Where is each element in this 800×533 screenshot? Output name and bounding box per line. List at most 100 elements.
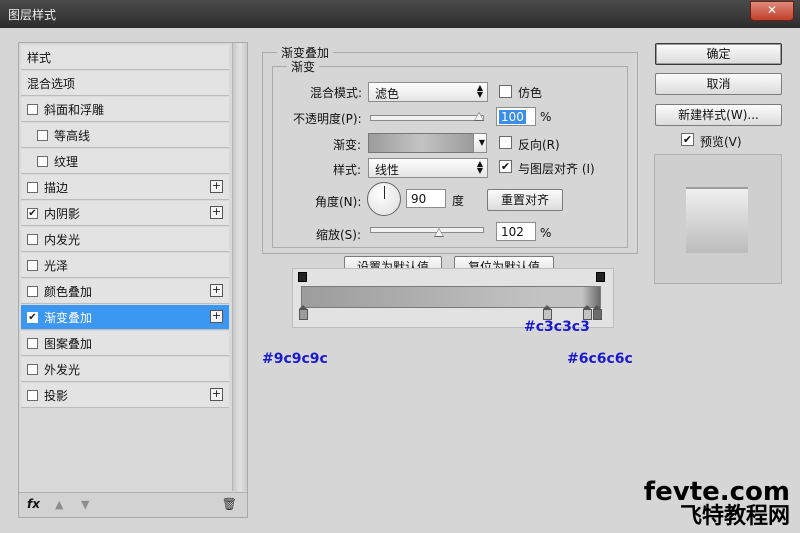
gradient-swatch[interactable] [368,133,474,153]
sidebar-item-label: 光泽 [44,258,69,273]
sidebar-item[interactable]: 图案叠加 [21,331,229,356]
opacity-input[interactable]: 100 [496,107,536,126]
sidebar-item-checkbox[interactable] [27,103,38,115]
color-note-right: #6c6c6c [567,351,633,367]
move-down-icon[interactable]: ▼ [81,498,89,511]
add-icon[interactable]: + [210,180,223,193]
sidebar-item-checkbox[interactable] [27,233,38,245]
preview-box [654,154,782,284]
add-icon[interactable]: + [210,310,223,323]
align-label: 与图层对齐 (I) [518,162,595,176]
sidebar-item-label: 外发光 [44,362,81,377]
scale-value: 102 [501,225,524,239]
title-bar: 图层样式 ✕ [0,0,800,28]
move-up-icon[interactable]: ▲ [55,498,63,511]
gradient-label: 渐变: [333,138,362,152]
sidebar-item[interactable]: 样式 [21,45,229,70]
sidebar-item-label: 投影 [44,388,69,403]
sidebar-item[interactable]: 混合选项 [21,71,229,96]
sidebar-item[interactable]: 等高线 [21,123,229,148]
sidebar-item-checkbox[interactable] [27,285,38,297]
preview-label: 预览(V) [700,135,742,149]
add-icon[interactable]: + [210,388,223,401]
scale-label: 缩放(S): [316,228,362,242]
reverse-label: 反向(R) [518,138,560,152]
sidebar-item-checkbox[interactable] [27,181,38,193]
angle-input[interactable]: 90 [406,189,446,208]
opacity-value: 100 [499,110,526,124]
opacity-label: 不透明度(P): [293,112,362,126]
scale-slider[interactable] [370,227,484,233]
sidebar-item[interactable]: 纹理 [21,149,229,174]
sidebar-item-checkbox[interactable]: ✔ [27,311,38,323]
dither-checkbox[interactable] [499,85,512,98]
scale-percent: % [540,226,552,240]
sidebar-item-checkbox[interactable] [27,337,38,349]
style-list-scrollbar[interactable] [232,43,247,491]
sidebar-item-label: 内阴影 [44,206,81,221]
opacity-stop-left[interactable] [298,272,307,282]
chevron-down-icon: ▼ [478,138,485,147]
sidebar-item-label: 内发光 [44,232,81,247]
sidebar-item-checkbox[interactable] [37,155,48,167]
opacity-percent: % [540,110,552,124]
sidebar-item-checkbox[interactable]: ✔ [27,207,38,219]
angle-dial[interactable] [367,182,401,216]
opacity-slider[interactable] [370,115,484,121]
angle-needle [384,186,385,199]
sidebar-item[interactable]: 外发光 [21,357,229,382]
sidebar-item[interactable]: 斜面和浮雕 [21,97,229,122]
angle-unit: 度 [452,194,465,208]
sidebar-item-label: 图案叠加 [44,336,93,351]
scale-slider-thumb[interactable] [434,228,444,237]
sidebar-item-label: 样式 [27,50,52,65]
scale-input[interactable]: 102 [496,222,536,241]
gradient-dropdown[interactable]: ▼ [473,133,487,153]
sidebar-item[interactable]: 投影 + [21,383,229,408]
sidebar-item-label: 斜面和浮雕 [44,102,105,117]
align-checkbox[interactable]: ✔ [499,160,512,173]
sidebar-item-checkbox[interactable] [27,389,38,401]
style-list: 样式混合选项斜面和浮雕等高线纹理描边 + ✔ 内阴影 + 内发光光泽颜色叠加 + ✔ 渐变叠加 +… [18,42,248,518]
color-stop-left[interactable] [299,305,308,320]
sidebar-item-checkbox[interactable] [27,363,38,375]
sidebar-item[interactable]: 颜色叠加 + [21,279,229,304]
sidebar-item-label: 纹理 [54,154,79,169]
dither-label: 仿色 [518,86,543,100]
preview-checkbox[interactable]: ✔ [681,133,694,146]
sidebar-item-checkbox[interactable] [27,259,38,271]
angle-value: 90 [411,192,427,206]
color-stop-right[interactable] [593,305,602,320]
reset-align-button[interactable]: 重置对齐 [487,189,563,211]
style-value: 线性 [375,163,400,177]
style-select[interactable]: 线性 ▲ ▼ [368,158,488,178]
style-list-toolbar: fx ▲ ▼ 🗑 [19,492,247,517]
updown-icon: ▲ ▼ [476,159,483,175]
sidebar-item[interactable]: ✔ 渐变叠加 + [21,305,229,330]
sidebar-item[interactable]: 光泽 [21,253,229,278]
sidebar-item[interactable]: 描边 + [21,175,229,200]
sidebar-item[interactable]: 内发光 [21,227,229,252]
add-icon[interactable]: + [210,206,223,219]
fx-button[interactable]: fx [27,497,40,511]
updown-icon: ▲ ▼ [476,83,483,99]
trash-icon[interactable]: 🗑 [222,497,237,511]
gradient-inner-title: 渐变 [287,58,320,75]
blend-mode-label: 混合模式: [310,86,363,100]
layer-style-dialog: 图层样式 ✕ 样式混合选项斜面和浮雕等高线纹理描边 + ✔ 内阴影 + 内发光光泽颜色叠加… [0,0,800,533]
ok-button[interactable]: 确定 [655,43,782,65]
watermark-site: 飞特教程网 [679,504,790,529]
add-icon[interactable]: + [210,284,223,297]
blend-mode-select[interactable]: 滤色 ▲ ▼ [368,82,488,102]
close-button[interactable]: ✕ [750,1,794,21]
sidebar-item-checkbox[interactable] [37,129,48,141]
gradient-bar[interactable] [301,286,601,308]
blend-mode-value: 滤色 [375,87,400,101]
reverse-checkbox[interactable] [499,136,512,149]
opacity-slider-thumb[interactable] [474,112,484,121]
new-style-button[interactable]: 新建样式(W)... [655,104,782,126]
opacity-stop-right[interactable] [596,272,605,282]
cancel-button[interactable]: 取消 [655,73,782,95]
watermark: fevte.com 飞特教程网 [644,479,790,529]
sidebar-item[interactable]: ✔ 内阴影 + [21,201,229,226]
